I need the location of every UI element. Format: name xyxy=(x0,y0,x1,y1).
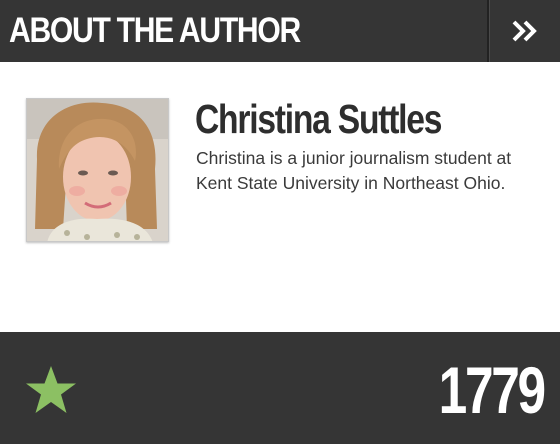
author-photo[interactable] xyxy=(26,98,169,242)
author-bio: Christina is a junior journalism student… xyxy=(196,148,512,193)
star-icon xyxy=(26,366,76,413)
author-name[interactable]: Christina Suttles xyxy=(195,96,442,142)
favorite-button[interactable] xyxy=(24,364,78,416)
next-button[interactable] xyxy=(490,0,560,62)
author-portrait-image xyxy=(27,99,168,241)
favorite-count: 1779 xyxy=(438,353,547,427)
section-title: ABOUT THE AUTHOR xyxy=(9,11,301,50)
section-header: ABOUT THE AUTHOR xyxy=(0,0,560,62)
double-chevron-right-icon xyxy=(512,20,537,42)
